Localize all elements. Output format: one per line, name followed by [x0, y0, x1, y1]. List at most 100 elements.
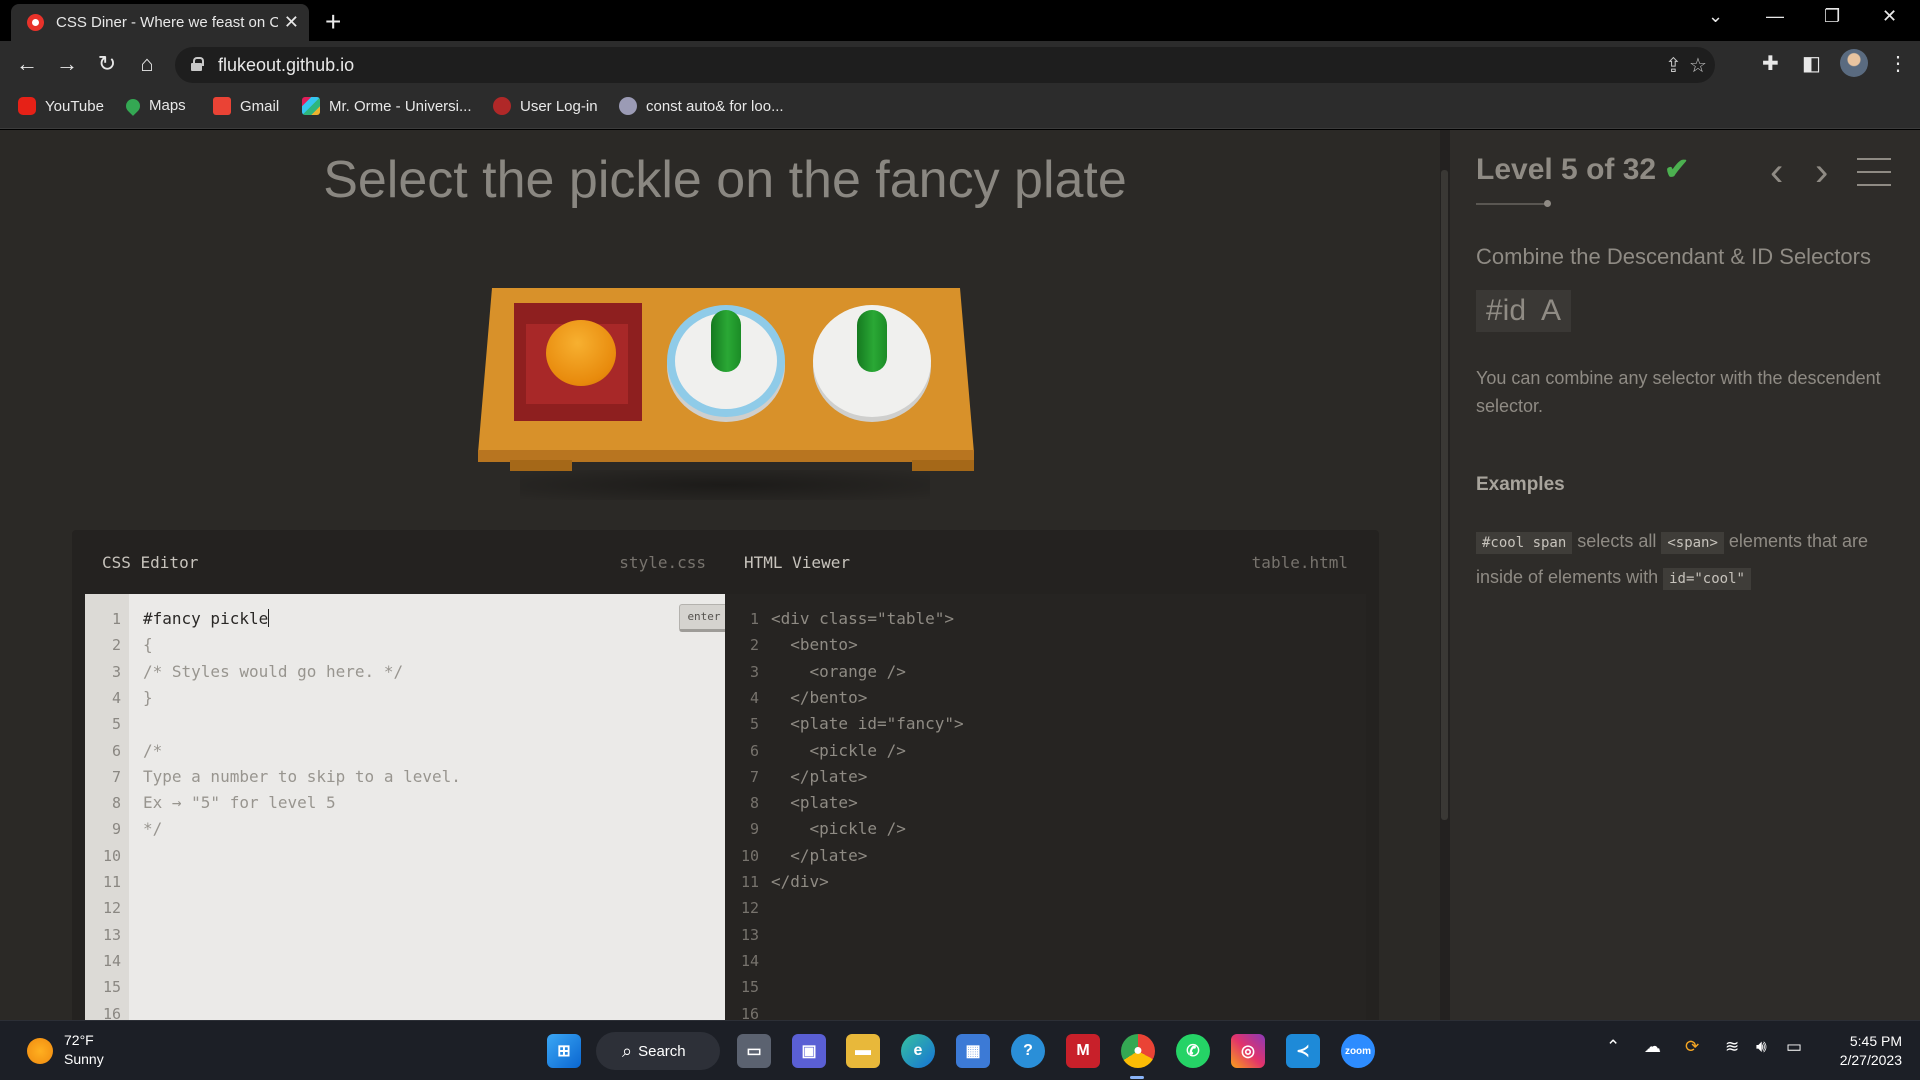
lock-icon[interactable] — [191, 57, 204, 71]
html-line-number: 9 — [749, 820, 759, 839]
url-text[interactable]: flukeout.github.io — [218, 55, 354, 76]
css-line-number: 1 — [111, 610, 121, 628]
side-panel-icon[interactable]: ◧ — [1802, 51, 1821, 76]
teams-chat-icon[interactable]: ▣ — [792, 1034, 826, 1068]
address-bar[interactable]: flukeout.github.io ⇪ ☆ — [175, 47, 1715, 83]
orange[interactable] — [546, 320, 616, 386]
html-line-number: 12 — [740, 899, 759, 918]
css-editor-title: CSS Editor — [102, 552, 199, 572]
html-viewer[interactable]: 1 <div class="table"> 2 <bento> 3 <orange /… — [725, 594, 1366, 1020]
previous-level-icon[interactable]: ‹ — [1770, 150, 1783, 195]
search-icon: ⌕ — [622, 1040, 633, 1061]
forward-button[interactable]: → — [52, 51, 82, 77]
enter-button[interactable]: enter — [679, 604, 729, 632]
css-line-number: 4 — [111, 688, 121, 707]
tray-overflow-chevron-icon[interactable]: ⌃ — [1606, 1037, 1620, 1057]
whatsapp-icon[interactable]: ✆ — [1176, 1034, 1210, 1068]
css-line-number: 13 — [102, 925, 121, 944]
chrome-menu-icon[interactable]: ⋮ — [1888, 51, 1908, 76]
css-line-number: 2 — [111, 636, 121, 655]
html-line-number: 5 — [749, 715, 759, 734]
profile-avatar[interactable] — [1840, 49, 1868, 77]
start-windows-icon[interactable]: ⊞ — [547, 1034, 581, 1068]
level-menu-icon[interactable] — [1857, 158, 1891, 186]
tab-search-chevron-icon[interactable]: ⌄ — [1708, 6, 1723, 27]
selector-name: Combine the Descendant & ID Selectors — [1476, 244, 1871, 269]
volume-icon[interactable]: 🔊︎ — [1756, 1037, 1767, 1057]
main-scrollbar-thumb[interactable] — [1441, 170, 1448, 820]
css-line-number: 15 — [102, 978, 121, 997]
css-code-line: /* — [143, 740, 163, 760]
mcafee-icon[interactable]: M — [1066, 1034, 1100, 1068]
minimize-button[interactable]: — — [1766, 6, 1784, 27]
new-tab-button[interactable]: + — [325, 6, 341, 38]
onedrive-cloud-icon[interactable]: ☁ — [1644, 1037, 1661, 1057]
level-header: Level 5 of 32 ✔ — [1476, 152, 1689, 187]
bookmark-star-icon[interactable]: ☆ — [1689, 53, 1707, 78]
html-line-number: 2 — [749, 636, 759, 655]
restore-button[interactable]: ❐ — [1824, 6, 1840, 27]
sync-update-icon[interactable]: ⟳ — [1685, 1037, 1699, 1057]
bookmark-gmail[interactable]: Gmail — [213, 97, 279, 115]
next-level-icon[interactable]: › — [1815, 150, 1828, 195]
weather-widget[interactable]: 72°F Sunny — [64, 1031, 104, 1069]
css-code-line: Ex → "5" for level 5 — [143, 793, 336, 813]
css-editor[interactable]: 1 #fancy pickle 2 {3 /* Styles would go here… — [85, 594, 729, 1020]
examples-title: Examples — [1476, 474, 1565, 495]
html-line-number: 4 — [749, 688, 759, 707]
table-shadow — [520, 470, 930, 500]
close-window-button[interactable]: ✕ — [1882, 6, 1897, 27]
tab-strip: CSS Diner - Where we feast on C ✕ + ⌄ — … — [0, 0, 1920, 41]
html-line-number: 15 — [740, 978, 759, 997]
pickle-on-plain-plate[interactable] — [857, 310, 887, 372]
bookmark-mr-orme[interactable]: Mr. Orme - Universi... — [302, 97, 472, 115]
css-line-number: 7 — [111, 767, 121, 786]
html-filename: table.html — [1251, 552, 1348, 572]
bookmark-youtube[interactable]: YouTube — [18, 97, 104, 115]
level-complete-check-icon: ✔ — [1664, 153, 1690, 186]
browser-tab[interactable]: CSS Diner - Where we feast on C ✕ — [11, 4, 309, 41]
css-code-line: */ — [143, 819, 163, 839]
html-code-line: </plate> — [771, 766, 868, 786]
get-help-icon[interactable]: ? — [1011, 1034, 1045, 1068]
file-explorer-icon[interactable]: ▬ — [846, 1034, 880, 1068]
task-view-icon[interactable]: ▭ — [737, 1034, 771, 1068]
level-title: Level 5 of 32 — [1476, 153, 1657, 186]
windows-taskbar: 72°F Sunny ⊞ ⌕ Search ▭ ▣ ▬ e ▦ ? M ● ✆ … — [0, 1020, 1920, 1080]
extensions-icon[interactable]: ✚ — [1762, 51, 1779, 76]
table-leg-right — [912, 460, 974, 471]
css-diner-page: Select the pickle on the fancy plate CSS… — [0, 130, 1920, 1020]
back-button[interactable]: ← — [12, 51, 42, 77]
clock-date: 2/27/2023 — [1839, 1052, 1902, 1068]
edge-icon[interactable]: e — [901, 1034, 935, 1068]
taskbar-search[interactable]: ⌕ Search — [596, 1032, 720, 1070]
vscode-icon[interactable]: ≺ — [1286, 1034, 1320, 1068]
html-line-number: 14 — [740, 951, 759, 970]
share-icon[interactable]: ⇪ — [1665, 53, 1682, 78]
discord-icon — [619, 97, 637, 115]
reload-button[interactable]: ↻ — [92, 51, 122, 77]
battery-icon[interactable]: ▭ — [1786, 1037, 1802, 1057]
example-code-id-cool: id="cool" — [1663, 568, 1751, 590]
wifi-icon[interactable]: ≋ — [1725, 1037, 1739, 1057]
weather-sun-icon[interactable] — [27, 1038, 53, 1064]
home-button[interactable]: ⌂ — [132, 51, 162, 77]
bookmark-maps[interactable]: Maps — [123, 95, 186, 116]
tab-title: CSS Diner - Where we feast on C — [56, 14, 278, 31]
html-code-line: <pickle /> — [771, 819, 906, 839]
selector-syntax: #id A — [1476, 290, 1572, 332]
microsoft-store-icon[interactable]: ▦ — [956, 1034, 990, 1068]
bookmark-user-login[interactable]: User Log-in — [493, 97, 598, 115]
css-diner-favicon-icon — [27, 14, 44, 31]
chrome-icon[interactable]: ● — [1121, 1034, 1155, 1068]
temperature: 72°F — [64, 1032, 94, 1048]
bookmark-const-auto[interactable]: const auto& for loo... — [619, 97, 784, 115]
text-caret — [268, 609, 270, 627]
close-tab-icon[interactable]: ✕ — [284, 12, 299, 33]
html-code-line: <orange /> — [771, 661, 906, 681]
instagram-icon[interactable]: ◎ — [1231, 1034, 1265, 1068]
system-clock[interactable]: 5:45 PM 2/27/2023 — [1822, 1032, 1902, 1070]
css-filename: style.css — [619, 552, 706, 572]
pickle-on-fancy-plate[interactable] — [711, 310, 741, 372]
zoom-icon[interactable]: zoom — [1341, 1034, 1375, 1068]
